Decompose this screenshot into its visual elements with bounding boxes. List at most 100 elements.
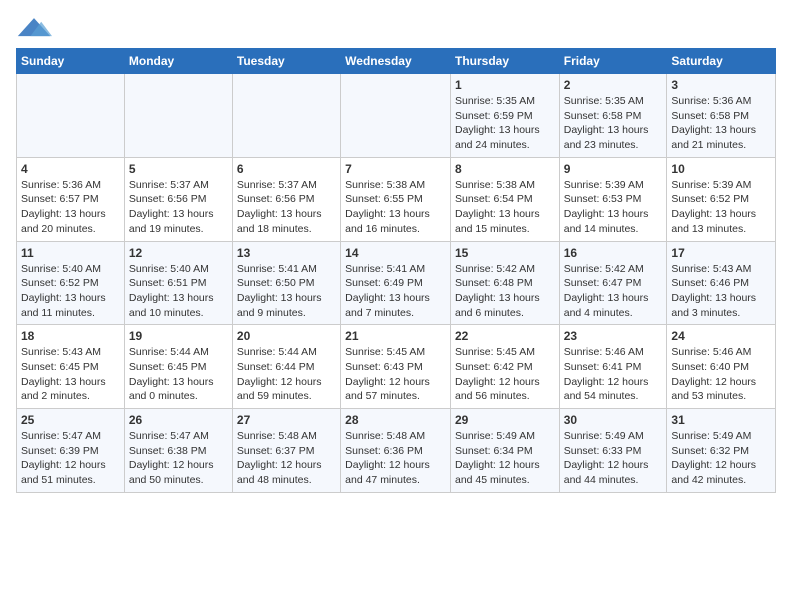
day-number: 16 [564, 246, 663, 260]
day-info: Sunrise: 5:48 AMSunset: 6:36 PMDaylight:… [345, 429, 446, 488]
header [16, 16, 776, 40]
day-number: 14 [345, 246, 446, 260]
day-info: Sunrise: 5:43 AMSunset: 6:45 PMDaylight:… [21, 345, 120, 404]
day-cell [17, 74, 125, 158]
day-info: Sunrise: 5:37 AMSunset: 6:56 PMDaylight:… [129, 178, 228, 237]
day-info: Sunrise: 5:36 AMSunset: 6:58 PMDaylight:… [671, 94, 771, 153]
day-cell [341, 74, 451, 158]
day-cell: 23Sunrise: 5:46 AMSunset: 6:41 PMDayligh… [559, 325, 667, 409]
day-info: Sunrise: 5:41 AMSunset: 6:50 PMDaylight:… [237, 262, 336, 321]
day-info: Sunrise: 5:49 AMSunset: 6:33 PMDaylight:… [564, 429, 663, 488]
logo-icon [16, 16, 52, 40]
day-info: Sunrise: 5:35 AMSunset: 6:59 PMDaylight:… [455, 94, 555, 153]
day-cell: 31Sunrise: 5:49 AMSunset: 6:32 PMDayligh… [667, 409, 776, 493]
day-info: Sunrise: 5:36 AMSunset: 6:57 PMDaylight:… [21, 178, 120, 237]
day-cell: 4 Sunrise: 5:36 AMSunset: 6:57 PMDaylight… [17, 157, 125, 241]
day-cell: 19 Sunrise: 5:44 AMSunset: 6:45 PMDayligh… [124, 325, 232, 409]
day-cell: 18 Sunrise: 5:43 AMSunset: 6:45 PMDayligh… [17, 325, 125, 409]
day-cell: 13 Sunrise: 5:41 AMSunset: 6:50 PMDayligh… [232, 241, 340, 325]
day-info: Sunrise: 5:49 AMSunset: 6:34 PMDaylight:… [455, 429, 555, 488]
day-info: Sunrise: 5:44 AMSunset: 6:45 PMDaylight:… [129, 345, 228, 404]
day-number: 25 [21, 413, 120, 427]
day-number: 27 [237, 413, 336, 427]
day-info: Sunrise: 5:47 AMSunset: 6:38 PMDaylight:… [129, 429, 228, 488]
week-row-2: 4 Sunrise: 5:36 AMSunset: 6:57 PMDaylight… [17, 157, 776, 241]
day-number: 15 [455, 246, 555, 260]
header-cell-saturday: Saturday [667, 49, 776, 74]
day-cell: 2 Sunrise: 5:35 AMSunset: 6:58 PMDaylight… [559, 74, 667, 158]
day-cell: 24 Sunrise: 5:46 AMSunset: 6:40 PMDayligh… [667, 325, 776, 409]
day-number: 9 [564, 162, 663, 176]
day-number: 19 [129, 329, 228, 343]
week-row-4: 18 Sunrise: 5:43 AMSunset: 6:45 PMDayligh… [17, 325, 776, 409]
day-number: 6 [237, 162, 336, 176]
header-cell-wednesday: Wednesday [341, 49, 451, 74]
day-info: Sunrise: 5:46 AMSunset: 6:40 PMDaylight:… [671, 345, 771, 404]
day-number: 26 [129, 413, 228, 427]
day-number: 21 [345, 329, 446, 343]
day-info: Sunrise: 5:44 AMSunset: 6:44 PMDaylight:… [237, 345, 336, 404]
day-cell: 3 Sunrise: 5:36 AMSunset: 6:58 PMDaylight… [667, 74, 776, 158]
day-cell: 26 Sunrise: 5:47 AMSunset: 6:38 PMDayligh… [124, 409, 232, 493]
header-cell-tuesday: Tuesday [232, 49, 340, 74]
day-info: Sunrise: 5:45 AMSunset: 6:42 PMDaylight:… [455, 345, 555, 404]
week-row-5: 25Sunrise: 5:47 AMSunset: 6:39 PMDayligh… [17, 409, 776, 493]
day-number: 10 [671, 162, 771, 176]
calendar-table: SundayMondayTuesdayWednesdayThursdayFrid… [16, 48, 776, 493]
day-number: 3 [671, 78, 771, 92]
day-info: Sunrise: 5:39 AMSunset: 6:52 PMDaylight:… [671, 178, 771, 237]
day-number: 28 [345, 413, 446, 427]
day-cell: 9 Sunrise: 5:39 AMSunset: 6:53 PMDaylight… [559, 157, 667, 241]
day-number: 12 [129, 246, 228, 260]
day-number: 24 [671, 329, 771, 343]
day-cell: 25Sunrise: 5:47 AMSunset: 6:39 PMDayligh… [17, 409, 125, 493]
day-info: Sunrise: 5:40 AMSunset: 6:51 PMDaylight:… [129, 262, 228, 321]
day-number: 17 [671, 246, 771, 260]
day-number: 31 [671, 413, 771, 427]
week-row-1: 1Sunrise: 5:35 AMSunset: 6:59 PMDaylight… [17, 74, 776, 158]
header-cell-sunday: Sunday [17, 49, 125, 74]
day-number: 5 [129, 162, 228, 176]
day-info: Sunrise: 5:39 AMSunset: 6:53 PMDaylight:… [564, 178, 663, 237]
day-cell: 28 Sunrise: 5:48 AMSunset: 6:36 PMDayligh… [341, 409, 451, 493]
day-cell: 29 Sunrise: 5:49 AMSunset: 6:34 PMDayligh… [450, 409, 559, 493]
day-number: 18 [21, 329, 120, 343]
header-cell-friday: Friday [559, 49, 667, 74]
day-cell: 8 Sunrise: 5:38 AMSunset: 6:54 PMDaylight… [450, 157, 559, 241]
day-number: 7 [345, 162, 446, 176]
day-cell: 27Sunrise: 5:48 AMSunset: 6:37 PMDayligh… [232, 409, 340, 493]
day-cell: 20Sunrise: 5:44 AMSunset: 6:44 PMDayligh… [232, 325, 340, 409]
day-cell: 17 Sunrise: 5:43 AMSunset: 6:46 PMDayligh… [667, 241, 776, 325]
day-cell: 12 Sunrise: 5:40 AMSunset: 6:51 PMDayligh… [124, 241, 232, 325]
day-info: Sunrise: 5:43 AMSunset: 6:46 PMDaylight:… [671, 262, 771, 321]
day-info: Sunrise: 5:46 AMSunset: 6:41 PMDaylight:… [564, 345, 663, 404]
day-number: 8 [455, 162, 555, 176]
day-cell: 1Sunrise: 5:35 AMSunset: 6:59 PMDaylight… [450, 74, 559, 158]
day-number: 29 [455, 413, 555, 427]
day-cell: 14Sunrise: 5:41 AMSunset: 6:49 PMDayligh… [341, 241, 451, 325]
day-info: Sunrise: 5:38 AMSunset: 6:55 PMDaylight:… [345, 178, 446, 237]
day-number: 22 [455, 329, 555, 343]
day-info: Sunrise: 5:35 AMSunset: 6:58 PMDaylight:… [564, 94, 663, 153]
day-info: Sunrise: 5:38 AMSunset: 6:54 PMDaylight:… [455, 178, 555, 237]
logo [16, 16, 56, 40]
day-cell: 15Sunrise: 5:42 AMSunset: 6:48 PMDayligh… [450, 241, 559, 325]
day-cell: 7 Sunrise: 5:38 AMSunset: 6:55 PMDaylight… [341, 157, 451, 241]
day-cell: 5 Sunrise: 5:37 AMSunset: 6:56 PMDaylight… [124, 157, 232, 241]
day-info: Sunrise: 5:42 AMSunset: 6:47 PMDaylight:… [564, 262, 663, 321]
day-cell: 22 Sunrise: 5:45 AMSunset: 6:42 PMDayligh… [450, 325, 559, 409]
header-cell-monday: Monday [124, 49, 232, 74]
day-number: 13 [237, 246, 336, 260]
week-row-3: 11Sunrise: 5:40 AMSunset: 6:52 PMDayligh… [17, 241, 776, 325]
day-info: Sunrise: 5:37 AMSunset: 6:56 PMDaylight:… [237, 178, 336, 237]
day-cell: 10 Sunrise: 5:39 AMSunset: 6:52 PMDayligh… [667, 157, 776, 241]
day-number: 30 [564, 413, 663, 427]
day-cell: 16 Sunrise: 5:42 AMSunset: 6:47 PMDayligh… [559, 241, 667, 325]
day-cell [124, 74, 232, 158]
day-cell: 30 Sunrise: 5:49 AMSunset: 6:33 PMDayligh… [559, 409, 667, 493]
day-info: Sunrise: 5:40 AMSunset: 6:52 PMDaylight:… [21, 262, 120, 321]
day-number: 2 [564, 78, 663, 92]
day-number: 4 [21, 162, 120, 176]
day-cell: 21Sunrise: 5:45 AMSunset: 6:43 PMDayligh… [341, 325, 451, 409]
day-cell: 6 Sunrise: 5:37 AMSunset: 6:56 PMDaylight… [232, 157, 340, 241]
